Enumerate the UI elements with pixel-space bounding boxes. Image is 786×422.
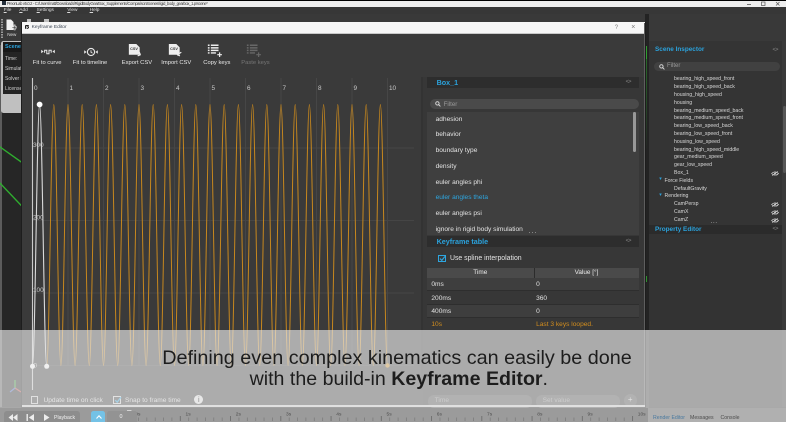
svg-text:10: 10 (389, 85, 397, 92)
svg-text:6s: 6s (437, 412, 443, 418)
svg-text:CSV: CSV (170, 47, 178, 51)
svg-text:2: 2 (105, 85, 109, 92)
svg-text:3: 3 (141, 85, 145, 92)
svg-text:2s: 2s (236, 412, 242, 418)
svg-text:200: 200 (33, 215, 44, 222)
svg-text:4: 4 (176, 85, 180, 92)
svg-text:10s: 10s (638, 412, 646, 418)
svg-text:8s: 8s (537, 412, 543, 418)
svg-text:7s: 7s (487, 412, 493, 418)
svg-text:9s: 9s (588, 412, 594, 418)
svg-text:5s: 5s (387, 412, 393, 418)
svg-text:0: 0 (34, 85, 38, 92)
svg-text:7: 7 (283, 85, 287, 92)
svg-text:4s: 4s (336, 412, 342, 418)
svg-text:3s: 3s (286, 412, 292, 418)
svg-text:6: 6 (247, 85, 251, 92)
svg-text:5: 5 (212, 85, 216, 92)
svg-text:100: 100 (33, 287, 44, 294)
svg-text:1: 1 (70, 85, 74, 92)
svg-text:CSV: CSV (130, 47, 138, 51)
svg-text:1s: 1s (185, 412, 191, 418)
svg-text:300: 300 (33, 142, 44, 149)
svg-text:9: 9 (354, 85, 358, 92)
svg-text:8: 8 (318, 85, 322, 92)
